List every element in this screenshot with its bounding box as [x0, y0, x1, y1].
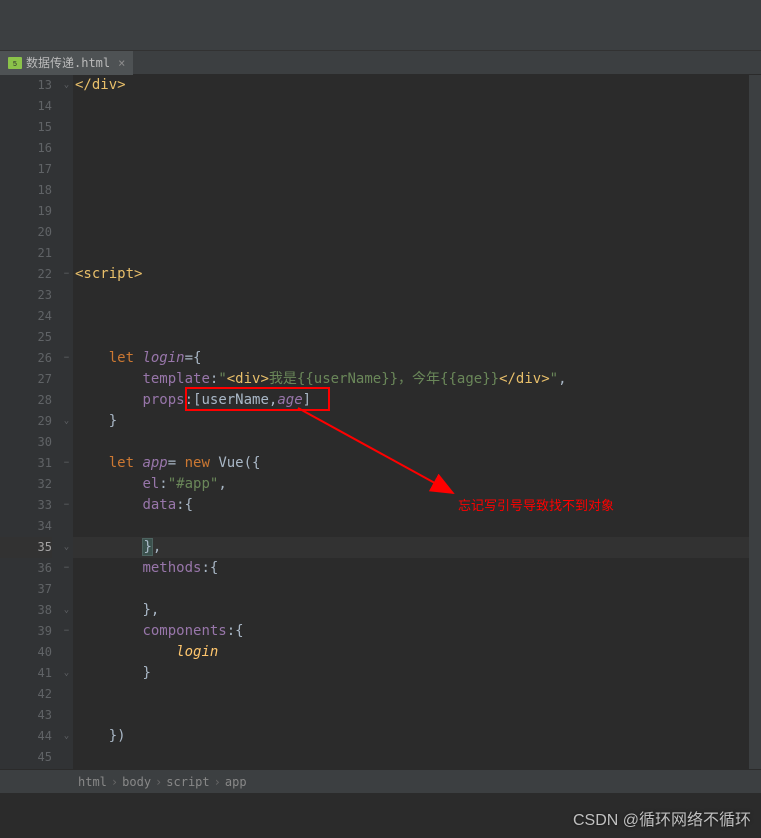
code-text: , [218, 476, 226, 492]
breadcrumb-item[interactable]: app [225, 775, 247, 789]
code-text: let [109, 350, 143, 366]
code-text: ({ [244, 455, 261, 471]
chevron-right-icon: › [155, 775, 162, 789]
code-text: <div> [227, 371, 269, 387]
code-text: } [109, 413, 117, 429]
code-text: login [176, 644, 218, 660]
code-text: props [142, 392, 184, 408]
code-text: : [201, 560, 209, 576]
code-text: : [227, 623, 235, 639]
code-text: } [142, 538, 152, 556]
tab-bar: 5 数据传递.html × [0, 51, 761, 75]
code-text: ={ [185, 350, 202, 366]
fold-column: ⌄−−⌄−−⌄−⌄−⌄⌄ [60, 75, 73, 769]
html-file-icon: 5 [8, 57, 22, 69]
code-text: <script> [75, 266, 142, 282]
code-text: { [235, 623, 243, 639]
chevron-right-icon: › [111, 775, 118, 789]
code-text: } [142, 665, 150, 681]
code-text: = [168, 455, 185, 471]
code-text: userName [201, 392, 268, 408]
code-text: </div> [75, 77, 126, 93]
file-tab[interactable]: 5 数据传递.html × [0, 51, 133, 75]
code-editor[interactable]: 1314151617181920212223242526272829303132… [0, 75, 761, 769]
code-text: { [210, 560, 218, 576]
svg-text:5: 5 [13, 61, 17, 68]
code-text: components [142, 623, 226, 639]
breadcrumb-bar: html › body › script › app [0, 769, 761, 793]
vertical-scrollbar[interactable] [749, 75, 761, 769]
code-text: new [185, 455, 219, 471]
code-text: "#app" [168, 476, 219, 492]
code-text: ] [303, 392, 311, 408]
annotation-text: 忘记写引号导致找不到对象 [458, 495, 614, 516]
code-text: : [176, 497, 184, 513]
code-text: " [550, 371, 558, 387]
code-text: { [185, 497, 193, 513]
top-toolbar [0, 0, 761, 51]
code-text: methods [142, 560, 201, 576]
code-text: login [142, 350, 184, 366]
watermark: CSDN @循环网络不循环 [573, 806, 751, 830]
code-text: : [185, 392, 193, 408]
code-text: template [142, 371, 209, 387]
code-text: , [153, 539, 161, 555]
code-text: el [142, 476, 159, 492]
code-text: 我是{{userName}}，今年{{age}} [269, 371, 499, 387]
code-text: data [142, 497, 176, 513]
tab-filename: 数据传递.html [26, 54, 110, 71]
code-text: : [159, 476, 167, 492]
code-text: </div> [499, 371, 550, 387]
line-gutter: 1314151617181920212223242526272829303132… [0, 75, 60, 769]
code-text: app [142, 455, 167, 471]
breadcrumb-item[interactable]: body [122, 775, 151, 789]
breadcrumb-item[interactable]: script [166, 775, 209, 789]
chevron-right-icon: › [214, 775, 221, 789]
code-text: " [218, 371, 226, 387]
code-text: }) [109, 728, 126, 744]
code-text: let [109, 455, 143, 471]
code-text: , [558, 371, 566, 387]
code-text: age [277, 392, 302, 408]
code-text: } [142, 602, 150, 618]
code-content[interactable]: </div> <script> let login={ template:"<d… [73, 75, 761, 769]
close-icon[interactable]: × [118, 56, 125, 70]
breadcrumb-item[interactable]: html [78, 775, 107, 789]
code-text: , [151, 602, 159, 618]
code-text: Vue [218, 455, 243, 471]
